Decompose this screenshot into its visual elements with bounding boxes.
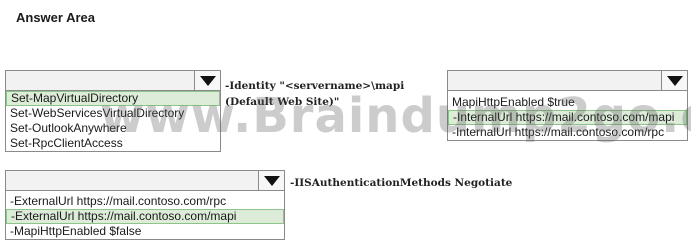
cmdlet-dropdown[interactable]: Set-MapVirtualDirectory Set-WebServicesV… <box>5 70 221 152</box>
identity-parameter-line2: (Default Web Site)" <box>225 96 340 108</box>
parameter-dropdown-header[interactable] <box>448 71 687 91</box>
identity-parameter-line1: -Identity "<servername>\mapi <box>225 80 405 92</box>
chevron-down-icon <box>666 75 683 86</box>
url-option-selected[interactable]: -ExternalUrl https://mail.contoso.com/ma… <box>6 209 284 224</box>
url-dropdown-header[interactable] <box>6 171 284 191</box>
cmdlet-option[interactable]: Set-WebServicesVirtualDirectory <box>6 106 220 121</box>
cmdlet-option[interactable]: Set-OutlookAnywhere <box>6 121 220 136</box>
cmdlet-option-selected[interactable]: Set-MapVirtualDirectory <box>6 91 220 106</box>
parameter-option[interactable]: MapiHttpEnabled $true <box>448 95 687 110</box>
url-dropdown[interactable]: -ExternalUrl https://mail.contoso.com/rp… <box>5 170 285 240</box>
parameter-dropdown-toggle[interactable] <box>661 71 687 90</box>
answer-area-title: Answer Area <box>16 10 95 25</box>
chevron-down-icon <box>199 75 216 86</box>
chevron-down-icon <box>263 175 280 186</box>
iis-auth-parameter: -IISAuthenticationMethods Negotiate <box>290 177 513 189</box>
cmdlet-dropdown-toggle[interactable] <box>194 71 220 90</box>
url-option[interactable]: -MapiHttpEnabled $false <box>6 224 284 239</box>
parameter-dropdown[interactable]: MapiHttpEnabled $true -InternalUrl https… <box>447 70 688 141</box>
parameter-option[interactable]: -InternalUrl https://mail.contoso.com/rp… <box>448 125 687 140</box>
cmdlet-dropdown-header[interactable] <box>6 71 220 91</box>
cmdlet-option[interactable]: Set-RpcClientAccess <box>6 136 220 151</box>
url-dropdown-toggle[interactable] <box>258 171 284 190</box>
url-option[interactable]: -ExternalUrl https://mail.contoso.com/rp… <box>6 194 284 209</box>
parameter-option-selected[interactable]: -InternalUrl https://mail.contoso.com/ma… <box>448 110 687 125</box>
